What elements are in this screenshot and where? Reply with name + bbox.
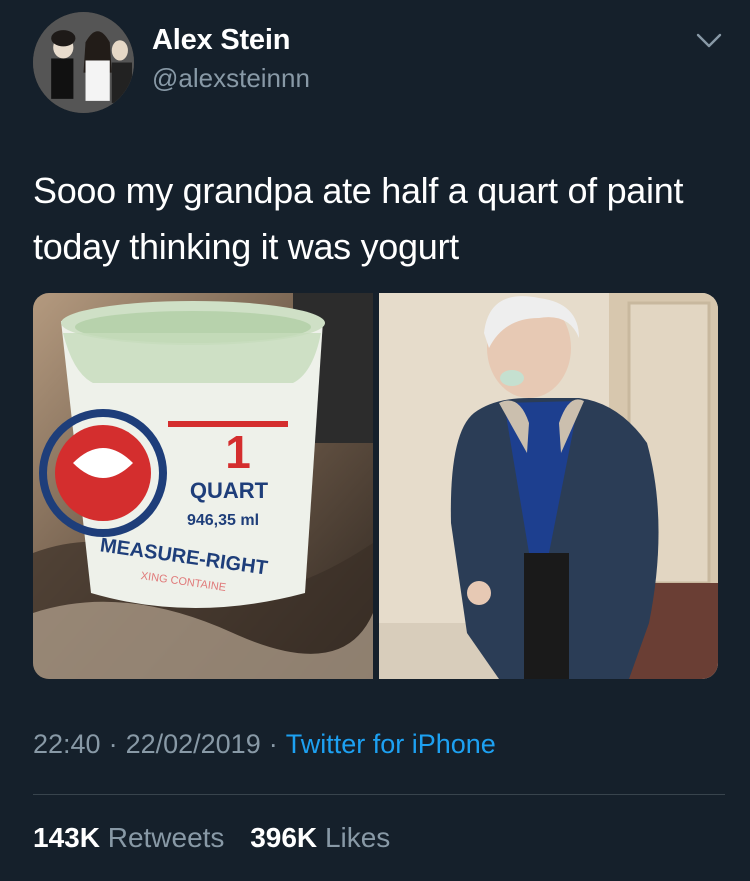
tweet-date[interactable]: 22/02/2019 [126,729,261,759]
meta-separator: · [268,729,278,759]
tweet-source-link[interactable]: Twitter for iPhone [286,729,496,759]
quart-label: QUART [190,478,269,503]
tweet-time[interactable]: 22:40 [33,729,101,759]
chevron-down-icon[interactable] [696,32,722,50]
avatar-photo-icon [33,12,134,113]
display-name[interactable]: Alex Stein [152,24,290,57]
meta-separator: · [108,729,118,759]
grandpa-photo[interactable] [379,293,718,679]
likes-stat[interactable]: 396K Likes [250,822,390,853]
quart-number: 1 [225,426,251,478]
grandpa-photo-icon [379,293,718,679]
retweets-stat[interactable]: 143K Retweets [33,822,224,853]
tweet-header: Alex Stein @alexsteinnn [0,0,750,120]
tweet-media: 1 QUART 946,35 ml MEASURE-RIGHT XING CON… [33,293,718,679]
retweets-count: 143K [33,822,100,853]
tweet-stats: 143K Retweets 396K Likes [33,822,408,854]
paint-bucket-photo[interactable]: 1 QUART 946,35 ml MEASURE-RIGHT XING CON… [33,293,373,679]
tweet-text: Sooo my grandpa ate half a quart of pain… [33,170,684,267]
likes-label: Likes [324,822,391,853]
volume-label: 946,35 ml [187,512,259,529]
avatar[interactable] [33,12,134,113]
retweets-label: Retweets [107,822,225,853]
likes-count: 396K [250,822,318,853]
user-handle[interactable]: @alexsteinnn [152,63,310,94]
tweet-meta: 22:40 · 22/02/2019 · Twitter for iPhone [33,729,496,760]
divider [33,794,725,795]
